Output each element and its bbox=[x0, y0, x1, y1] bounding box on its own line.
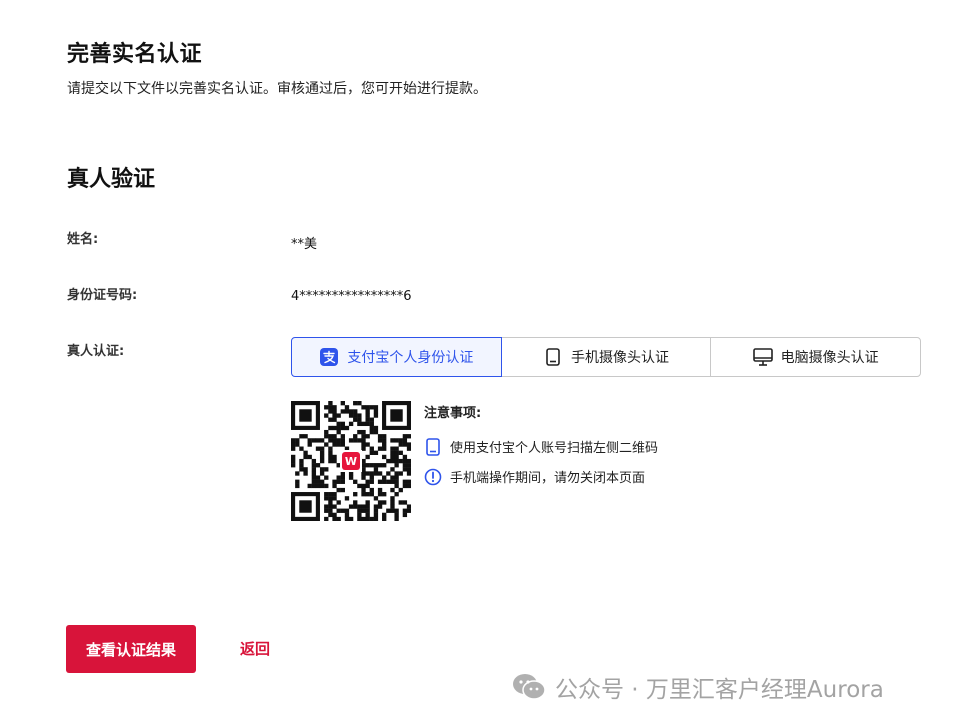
verify-label: 真人认证: bbox=[67, 344, 125, 359]
qr-code: W bbox=[291, 401, 412, 522]
info-circle-icon bbox=[424, 468, 442, 486]
back-link[interactable]: 返回 bbox=[240, 638, 270, 659]
verify-method-tabs: 支付宝个人身份认证 手机摄像头认证 电脑摄像头认证 bbox=[291, 337, 922, 377]
qr-logo: W bbox=[340, 450, 362, 472]
page-subtitle: 请提交以下文件以完善实名认证。审核通过后，您可开始进行提款。 bbox=[67, 81, 487, 97]
notice-title: 注意事项: bbox=[424, 406, 482, 421]
tab-phone-camera-verify[interactable]: 手机摄像头认证 bbox=[500, 337, 712, 377]
section-title: 真人验证 bbox=[67, 167, 156, 192]
id-number-label: 身份证号码: bbox=[67, 288, 138, 303]
watermark-text: 公众号 · 万里汇客户经理Aurora bbox=[555, 677, 884, 703]
tab-alipay-verify[interactable]: 支付宝个人身份认证 bbox=[291, 337, 502, 377]
monitor-icon bbox=[752, 347, 773, 367]
phone-icon bbox=[424, 437, 442, 456]
notice-item: 使用支付宝个人账号扫描左侧二维码 bbox=[424, 437, 658, 456]
tab-label: 手机摄像头认证 bbox=[571, 350, 669, 366]
notice-text: 手机端操作期间，请勿关闭本页面 bbox=[450, 471, 646, 486]
tab-label: 电脑摄像头认证 bbox=[780, 350, 879, 366]
tab-computer-camera-verify[interactable]: 电脑摄像头认证 bbox=[710, 337, 922, 377]
watermark: 公众号 · 万里汇客户经理Aurora bbox=[511, 670, 884, 704]
wechat-icon bbox=[513, 674, 546, 700]
qr-logo-mark: W bbox=[342, 452, 360, 470]
alipay-icon bbox=[319, 347, 339, 367]
notice-item: 手机端操作期间，请勿关闭本页面 bbox=[424, 467, 645, 486]
notice-text: 使用支付宝个人账号扫描左侧二维码 bbox=[450, 441, 659, 456]
view-result-button[interactable]: 查看认证结果 bbox=[66, 625, 196, 673]
name-value: **美 bbox=[291, 237, 318, 252]
page-title: 完善实名认证 bbox=[67, 42, 203, 67]
tab-label: 支付宝个人身份认证 bbox=[347, 350, 474, 366]
name-label: 姓名: bbox=[67, 232, 99, 247]
phone-icon bbox=[543, 347, 563, 367]
id-number-value: 4****************6 bbox=[291, 289, 412, 304]
